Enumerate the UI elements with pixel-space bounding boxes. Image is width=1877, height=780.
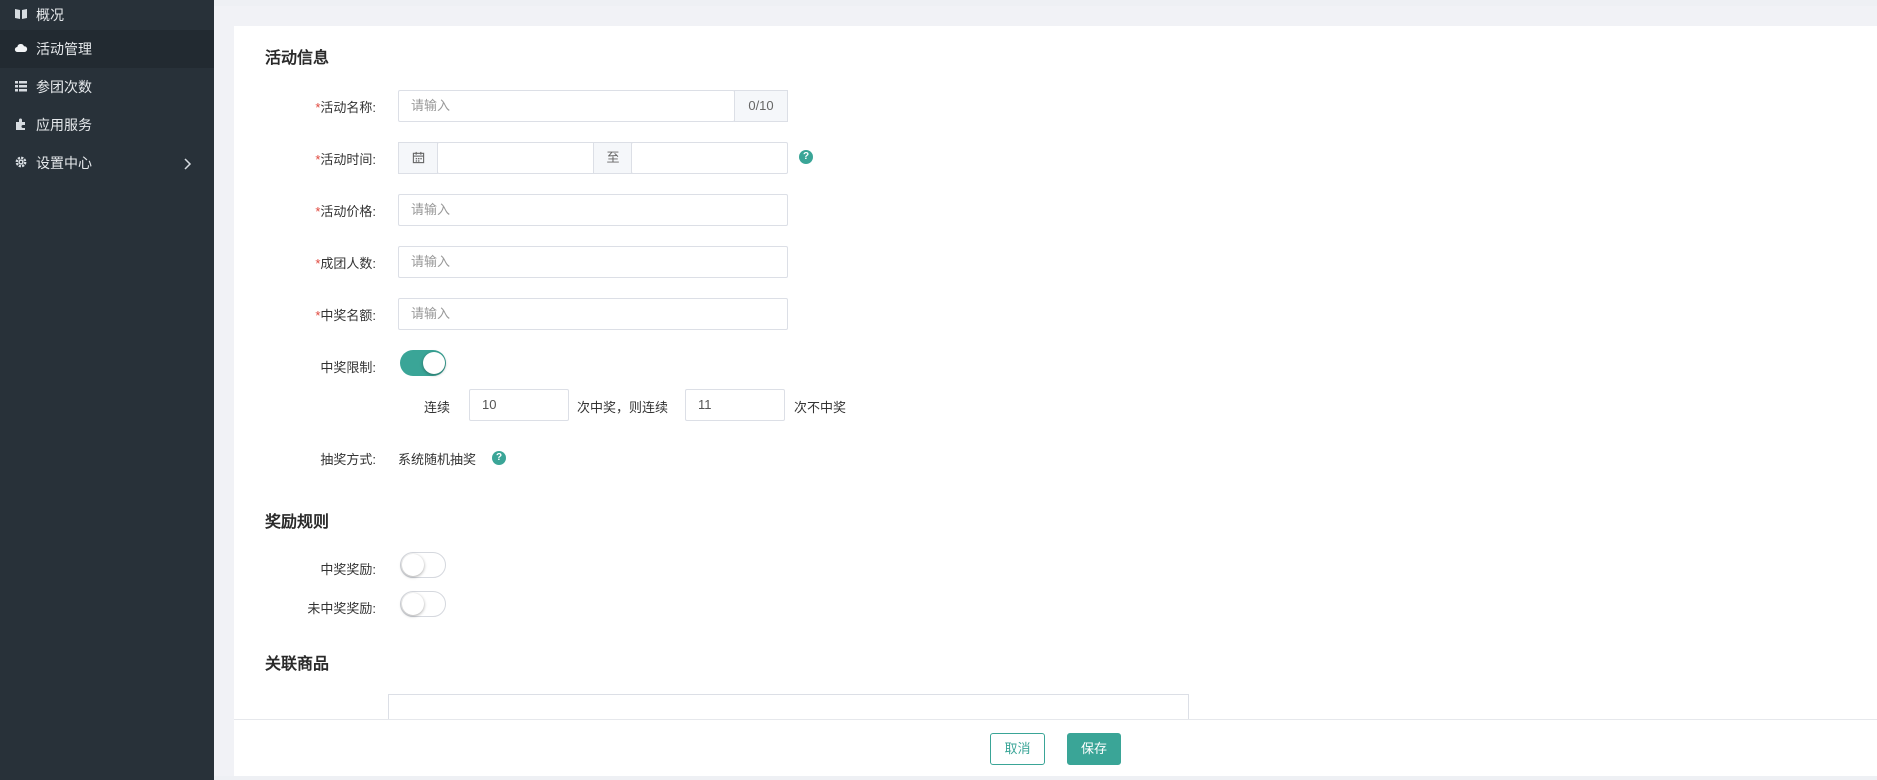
draw-method-label: 抽奖方式: <box>320 452 376 467</box>
group-size-input[interactable]: 请输入 <box>398 246 788 278</box>
chevron-right-icon <box>183 144 192 182</box>
sidebar: 概况 活动管理 参团次数 应用服务 设置中心 <box>0 0 214 780</box>
sidebar-item-group-count[interactable]: 参团次数 <box>0 68 214 106</box>
lose-reward-switch[interactable] <box>400 591 446 617</box>
sidebar-item-label: 概况 <box>36 7 64 23</box>
activity-form-card: 活动信息 *活动名称: 请输入 0/10 *活动时间: 至 ? *活动价格: 请… <box>234 26 1877 776</box>
sidebar-item-activity-management[interactable]: 活动管理 <box>0 30 214 68</box>
win-reward-switch[interactable] <box>400 552 446 578</box>
switch-knob <box>402 593 424 615</box>
sidebar-item-settings[interactable]: 设置中心 <box>0 144 214 182</box>
winner-quota-input[interactable]: 请输入 <box>398 298 788 330</box>
footer-action-bar: 取消 保存 <box>234 719 1877 776</box>
win-limit-suffix: 次不中奖 <box>794 400 847 415</box>
sidebar-item-label: 活动管理 <box>36 41 92 57</box>
activity-price-input[interactable]: 请输入 <box>398 194 788 226</box>
sidebar-item-overview[interactable]: 概况 <box>0 0 214 30</box>
activity-time-label: *活动时间: <box>315 152 376 167</box>
section-title-activity-info: 活动信息 <box>265 50 330 67</box>
gear-icon <box>14 155 30 171</box>
draw-method-value: 系统随机抽奖 <box>398 452 477 467</box>
bottom-strip <box>214 776 1877 780</box>
activity-price-label: *活动价格: <box>315 204 376 219</box>
consecutive-no-win-input[interactable]: 11 <box>685 389 785 421</box>
sidebar-item-app-services[interactable]: 应用服务 <box>0 106 214 144</box>
date-range-separator: 至 <box>593 142 633 174</box>
win-limit-label: 中奖限制: <box>320 360 376 375</box>
sidebar-item-label: 设置中心 <box>36 155 92 171</box>
winner-quota-label: *中奖名额: <box>315 308 376 323</box>
win-limit-middle: 次中奖，则连续 <box>577 400 669 415</box>
group-size-label: *成团人数: <box>315 256 376 271</box>
end-date-input[interactable] <box>631 142 788 174</box>
switch-knob <box>423 352 445 374</box>
win-reward-label: 中奖奖励: <box>320 562 376 577</box>
consecutive-win-input[interactable]: 10 <box>469 389 569 421</box>
activity-name-counter: 0/10 <box>734 90 788 122</box>
activity-name-label: *活动名称: <box>315 100 376 115</box>
cancel-button[interactable]: 取消 <box>990 733 1045 765</box>
list-icon <box>14 79 30 95</box>
win-limit-switch[interactable] <box>400 350 446 376</box>
top-strip <box>214 0 1877 6</box>
question-icon[interactable]: ? <box>492 451 506 465</box>
sidebar-item-label: 参团次数 <box>36 79 92 95</box>
calendar-addon[interactable] <box>398 142 438 174</box>
calendar-icon <box>412 151 424 163</box>
section-title-reward-rules: 奖励规则 <box>265 514 330 531</box>
start-date-input[interactable] <box>437 142 597 174</box>
book-icon <box>14 7 30 23</box>
question-icon[interactable]: ? <box>799 150 813 164</box>
lose-reward-label: 未中奖奖励: <box>307 601 376 616</box>
activity-name-input[interactable]: 请输入 <box>398 90 735 122</box>
sidebar-item-label: 应用服务 <box>36 117 92 133</box>
cloud-icon <box>14 41 30 57</box>
puzzle-icon <box>14 117 30 133</box>
switch-knob <box>402 554 424 576</box>
win-limit-prefix: 连续 <box>424 400 451 415</box>
save-button[interactable]: 保存 <box>1067 733 1121 765</box>
section-title-related-goods: 关联商品 <box>265 656 330 673</box>
